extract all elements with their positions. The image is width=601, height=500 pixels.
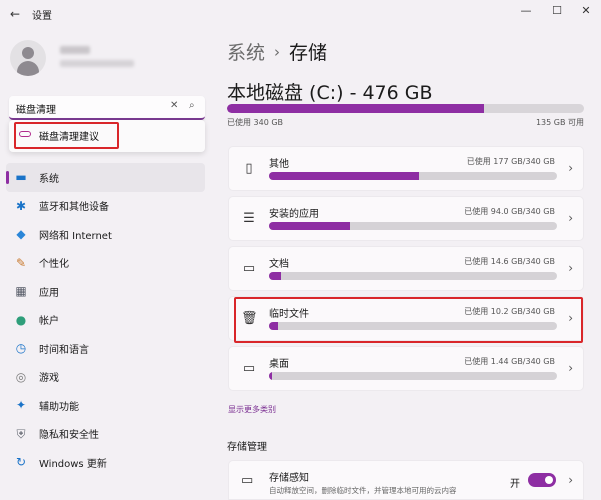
sidebar-item-8[interactable]: ✦ 辅助功能 [0, 391, 210, 420]
sidebar-item-label: 游戏 [39, 373, 59, 385]
back-arrow-icon[interactable]: ← [8, 7, 22, 21]
app-title: 设置 [32, 11, 52, 22]
category-size: 已使用 94.0 GB/340 GB [464, 207, 555, 216]
toggle-state-label: 开 [510, 479, 520, 490]
storage-sense-description: 自动释放空间，删除临时文件，并管理本地可用的云内容 [269, 486, 457, 495]
sidebar-item-label: Windows 更新 [39, 458, 107, 470]
chevron-right-icon[interactable]: › [568, 261, 573, 275]
search-icon[interactable]: ⌕ [189, 100, 195, 111]
category-usage-bar [269, 272, 557, 280]
chevron-right-icon[interactable]: › [568, 161, 573, 175]
category-usage-fill [269, 222, 350, 230]
user-profile[interactable] [10, 40, 46, 76]
category-icon: ▭ [242, 261, 256, 276]
storage-sense-toggle[interactable] [528, 473, 556, 487]
nav-icon: ✎ [15, 255, 27, 270]
breadcrumb: 系统 › 存储 [227, 38, 327, 65]
nav-icon: ▬ [15, 170, 27, 185]
sidebar-item-6[interactable]: ◷ 时间和语言 [0, 334, 210, 363]
category-icon: ☰ [243, 211, 255, 226]
suggestion-disk-cleanup[interactable]: 磁盘清理建议 [39, 128, 99, 143]
drive-title: 本地磁盘 (C:) - 476 GB [227, 82, 433, 104]
category-name: 文档 [269, 259, 289, 270]
user-name-blurred [60, 46, 90, 54]
sidebar-item-1[interactable]: ✱ 蓝牙和其他设备 [0, 192, 210, 221]
show-more-categories-link[interactable]: 显示更多类别 [228, 404, 276, 415]
sidebar-item-4[interactable]: ▦ 应用 [0, 277, 210, 306]
title-bar: ← 设置 — ☐ ✕ [0, 0, 601, 28]
nav-icon: ◷ [15, 341, 27, 356]
nav-icon: ⛨ [16, 426, 26, 441]
nav-icon: ● [15, 312, 27, 327]
sidebar-item-label: 隐私和安全性 [39, 430, 99, 442]
sidebar-item-5[interactable]: ● 帐户 [0, 306, 210, 335]
storage-category-card[interactable]: ▭ 桌面 已使用 1.44 GB/340 GB › [228, 346, 584, 391]
category-name: 桌面 [269, 359, 289, 370]
temp-files-highlight-box [234, 297, 583, 343]
category-name: 其他 [269, 159, 289, 170]
maximize-button[interactable]: ☐ [546, 3, 568, 19]
active-indicator [6, 171, 9, 184]
search-suggestion-dropdown: 磁盘清理建议 [9, 120, 205, 152]
category-size: 已使用 14.6 GB/340 GB [464, 257, 555, 266]
category-size: 已使用 177 GB/340 GB [466, 157, 555, 166]
user-email-blurred [60, 60, 134, 67]
drive-free-label: 135 GB 可用 [535, 118, 584, 127]
close-button[interactable]: ✕ [575, 3, 597, 19]
category-usage-fill [269, 172, 419, 180]
chevron-right-icon[interactable]: › [568, 473, 573, 487]
breadcrumb-parent[interactable]: 系统 [227, 38, 265, 65]
category-size: 已使用 1.44 GB/340 GB [464, 357, 555, 366]
category-usage-bar [269, 172, 557, 180]
sidebar-item-label: 时间和语言 [39, 344, 89, 356]
nav-icon: ↻ [15, 455, 27, 470]
sidebar-item-label: 网络和 Internet [39, 230, 112, 242]
drive-used-label: 已使用 340 GB [227, 118, 284, 127]
sidebar-nav: ▬ 系统 ✱ 蓝牙和其他设备 ◆ 网络和 Internet ✎ 个性化 ▦ 应用 ● 帐户 ◷ 时间和语言… [0, 163, 210, 477]
avatar[interactable] [10, 40, 46, 76]
storage-sense-icon: ▭ [241, 473, 254, 488]
category-usage-fill [269, 272, 282, 280]
storage-sense-card[interactable]: ▭ 存储感知 自动释放空间，删除临时文件，并管理本地可用的云内容 开 › [228, 460, 584, 500]
chevron-right-icon[interactable]: › [568, 211, 573, 225]
nav-icon: ✦ [15, 398, 27, 413]
nav-icon: ✱ [15, 198, 27, 213]
breadcrumb-separator: › [274, 42, 281, 61]
clear-icon[interactable]: ✕ [170, 100, 178, 111]
nav-icon: ◎ [15, 369, 27, 384]
sidebar-item-label: 蓝牙和其他设备 [39, 202, 109, 214]
minimize-button[interactable]: — [515, 3, 537, 19]
storage-category-card[interactable]: ☰ 安装的应用 已使用 94.0 GB/340 GB › [228, 196, 584, 241]
search-input[interactable]: 磁盘清理 [16, 101, 56, 116]
drive-usage-bar [227, 104, 584, 113]
category-usage-bar [269, 372, 557, 380]
sidebar-item-label: 辅助功能 [39, 401, 79, 413]
category-name: 安装的应用 [269, 209, 319, 220]
sidebar-item-7[interactable]: ◎ 游戏 [0, 363, 210, 392]
drive-usage-fill [227, 104, 485, 113]
nav-icon: ◆ [16, 227, 26, 242]
settings-search-box[interactable]: 磁盘清理 ✕ ⌕ [9, 96, 205, 120]
category-usage-bar [269, 222, 557, 230]
category-usage-fill [269, 372, 273, 380]
storage-category-card[interactable]: ▭ 文档 已使用 14.6 GB/340 GB › [228, 246, 584, 291]
sidebar-item-label: 帐户 [39, 316, 59, 328]
sidebar-item-10[interactable]: ↻ Windows 更新 [0, 448, 210, 477]
nav-icon: ▦ [15, 284, 27, 299]
sidebar-item-3[interactable]: ✎ 个性化 [0, 249, 210, 278]
storage-sense-name: 存储感知 [269, 473, 309, 484]
chevron-right-icon[interactable]: › [568, 361, 573, 375]
storage-category-card[interactable]: ▯ 其他 已使用 177 GB/340 GB › [228, 146, 584, 191]
sidebar-item-label: 系统 [39, 173, 59, 185]
sidebar-item-0[interactable]: ▬ 系统 [6, 163, 205, 192]
storage-management-heading: 存储管理 [227, 442, 267, 453]
sidebar-item-label: 应用 [39, 287, 59, 299]
category-icon: ▭ [242, 361, 256, 376]
breadcrumb-current: 存储 [289, 42, 328, 64]
disk-cleanup-icon [19, 131, 31, 137]
category-icon: ▯ [245, 161, 253, 176]
sidebar-item-2[interactable]: ◆ 网络和 Internet [0, 220, 210, 249]
sidebar-item-9[interactable]: ⛨ 隐私和安全性 [0, 420, 210, 449]
sidebar-item-label: 个性化 [39, 259, 69, 271]
